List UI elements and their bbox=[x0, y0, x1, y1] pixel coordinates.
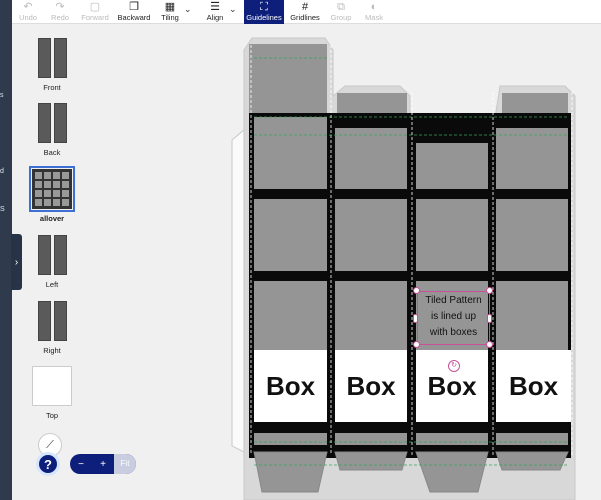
strip-label: s bbox=[0, 92, 4, 99]
collapse-panel-tab[interactable]: › bbox=[11, 234, 22, 290]
mask-icon: ◐ bbox=[370, 1, 378, 13]
toolbar: ↶ Undo ↷ Redo ▢ Forward ❐ Backward ▦ Til… bbox=[12, 0, 601, 24]
box-panel-1[interactable]: Box bbox=[254, 350, 327, 422]
box-label: Box bbox=[508, 370, 559, 401]
resize-handle-r[interactable] bbox=[487, 314, 492, 323]
view-label: Right bbox=[43, 346, 61, 355]
group-label: Group bbox=[330, 13, 352, 22]
group-button[interactable]: ⧉ Group bbox=[328, 0, 354, 24]
view-right[interactable]: Right bbox=[22, 301, 82, 355]
view-label: Front bbox=[43, 83, 61, 92]
zoom-out-button[interactable]: − bbox=[70, 459, 92, 470]
resize-handle-tl[interactable] bbox=[413, 287, 420, 294]
resize-handle-l[interactable] bbox=[413, 314, 418, 323]
chevron-down-icon[interactable]: ⌄ bbox=[184, 4, 192, 15]
backward-button[interactable]: ❐ Backward bbox=[116, 0, 152, 24]
view-front[interactable]: Front bbox=[22, 38, 82, 92]
design-canvas[interactable] bbox=[0, 0, 601, 500]
mask-label: Mask bbox=[365, 13, 383, 22]
undo-label: Undo bbox=[19, 13, 37, 22]
box-panel-4[interactable]: Box bbox=[496, 350, 571, 422]
redo-button[interactable]: ↷ Redo bbox=[48, 0, 72, 24]
view-thumbnail bbox=[32, 366, 72, 406]
view-top[interactable]: Top bbox=[22, 366, 82, 420]
chevron-down-icon[interactable]: ⌄ bbox=[229, 4, 237, 15]
box-label: Box bbox=[346, 370, 396, 401]
glue-flap bbox=[231, 128, 245, 453]
text-line: with boxes bbox=[429, 327, 478, 338]
redo-label: Redo bbox=[51, 13, 69, 22]
selected-text-content[interactable]: Tiled Pattern is lined up with boxes bbox=[418, 292, 489, 341]
redo-icon: ↷ bbox=[55, 1, 65, 13]
strip-label: S bbox=[0, 206, 5, 213]
bring-forward-icon: ▢ bbox=[89, 1, 101, 13]
send-backward-icon: ❐ bbox=[129, 1, 139, 13]
gridlines-icon: # bbox=[301, 1, 309, 13]
selected-text-object[interactable]: Tiled Pattern is lined up with boxes bbox=[417, 291, 490, 345]
forward-label: Forward bbox=[81, 13, 109, 22]
tiling-label: Tiling bbox=[161, 13, 179, 22]
zoom-controls: − + Fit bbox=[70, 454, 136, 474]
view-allover[interactable]: allover bbox=[22, 166, 82, 223]
box-label: Box bbox=[265, 370, 316, 401]
gridlines-button[interactable]: # Gridlines bbox=[288, 0, 322, 24]
view-thumbnail bbox=[32, 235, 72, 275]
view-label: allover bbox=[39, 214, 65, 223]
help-icon: ? bbox=[44, 456, 52, 472]
resize-handle-tr[interactable] bbox=[486, 287, 493, 294]
forward-button[interactable]: ▢ Forward bbox=[78, 0, 112, 24]
view-left[interactable]: Left bbox=[22, 235, 82, 289]
view-label: Left bbox=[45, 280, 59, 289]
resize-handle-br[interactable] bbox=[486, 341, 493, 348]
help-button[interactable]: ? bbox=[36, 452, 60, 476]
view-back[interactable]: Back bbox=[22, 103, 82, 157]
guidelines-label: Guidelines bbox=[246, 13, 282, 22]
align-icon: ☰ bbox=[210, 1, 220, 13]
view-label: Back bbox=[43, 148, 61, 157]
view-thumbnail bbox=[29, 166, 75, 212]
guidelines-icon: ⛶ bbox=[260, 1, 268, 13]
zoom-in-button[interactable]: + bbox=[92, 459, 114, 470]
align-label: Align bbox=[206, 13, 224, 22]
views-panel: Front Back allover Left Right Top ⟋ bbox=[22, 24, 82, 500]
view-thumbnail bbox=[32, 103, 72, 143]
undo-button[interactable]: ↶ Undo bbox=[16, 0, 40, 24]
tiling-button[interactable]: ▦ Tiling bbox=[158, 0, 182, 24]
zoom-fit-button[interactable]: Fit bbox=[114, 454, 136, 474]
gridlines-label: Gridlines bbox=[290, 13, 320, 22]
text-line: is lined up bbox=[430, 311, 477, 322]
box-label: Box bbox=[427, 370, 477, 401]
guidelines-button[interactable]: ⛶ Guidelines bbox=[244, 0, 284, 24]
strip-label: d bbox=[0, 168, 4, 175]
tiling-icon: ▦ bbox=[164, 1, 176, 13]
text-line: Tiled Pattern bbox=[425, 295, 482, 306]
backward-label: Backward bbox=[117, 13, 151, 22]
resize-handle-bl[interactable] bbox=[413, 341, 420, 348]
box-panel-2[interactable]: Box bbox=[335, 350, 407, 422]
view-label: Top bbox=[45, 411, 59, 420]
rotate-handle-icon[interactable]: ↻ bbox=[448, 360, 460, 372]
undo-icon: ↶ bbox=[23, 1, 33, 13]
chevron-right-icon: › bbox=[14, 256, 19, 268]
align-button[interactable]: ☰ Align bbox=[202, 0, 228, 24]
view-thumbnail bbox=[32, 301, 72, 341]
mask-button[interactable]: ◐ Mask bbox=[362, 0, 386, 24]
group-icon: ⧉ bbox=[337, 1, 345, 13]
view-thumbnail bbox=[32, 38, 72, 78]
